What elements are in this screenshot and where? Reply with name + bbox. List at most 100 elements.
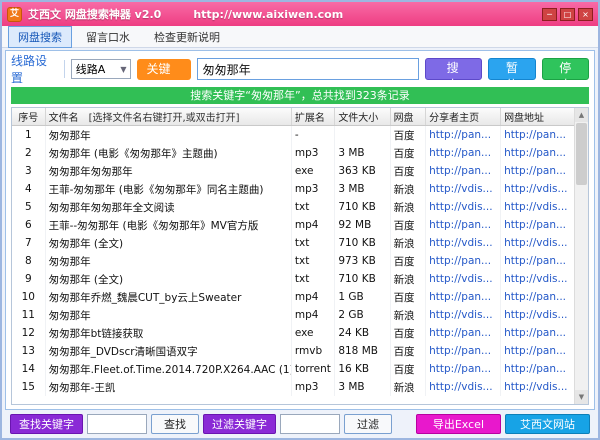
cell-address-link[interactable]: http://vdis... [501, 378, 574, 396]
footer-bar: 查找关键字 查找 过滤关键字 过滤 导出Excel 艾西文网站 [2, 410, 598, 438]
cell-ext: txt [292, 252, 335, 270]
cell-size: 710 KB [335, 270, 390, 288]
cell-sharer-link[interactable]: http://pan... [426, 360, 501, 378]
cell-address-link[interactable]: http://vdis... [501, 234, 574, 252]
cell-address-link[interactable]: http://pan... [501, 324, 574, 342]
minimize-button[interactable]: ─ [542, 8, 557, 21]
cell-sharer-link[interactable]: http://pan... [426, 126, 501, 144]
filter-keyword-button[interactable]: 过滤关键字 [203, 414, 276, 434]
tab-netdisk-search[interactable]: 网盘搜索 [8, 26, 72, 48]
cell-ext: - [292, 126, 335, 144]
cell-sharer-link[interactable]: http://pan... [426, 216, 501, 234]
cell-ext: exe [292, 162, 335, 180]
cell-disk: 百度 [391, 252, 427, 270]
cell-no: 13 [12, 342, 46, 360]
find-button[interactable]: 查找 [151, 414, 199, 434]
cell-filename[interactable]: 匆匆那年.Fleet.of.Time.2014.720P.X264.AAC (1… [46, 360, 292, 378]
table-row[interactable]: 9匆匆那年 (全文)txt710 KB新浪http://vdis...http:… [12, 270, 574, 288]
find-keyword-input[interactable] [87, 414, 147, 434]
table-row[interactable]: 5匆匆那年匆匆那年全文阅读txt710 KB新浪http://vdis...ht… [12, 198, 574, 216]
scroll-up-icon[interactable]: ▲ [575, 108, 588, 122]
cell-sharer-link[interactable]: http://vdis... [426, 306, 501, 324]
find-keyword-button[interactable]: 查找关键字 [10, 414, 83, 434]
cell-address-link[interactable]: http://pan... [501, 252, 574, 270]
cell-sharer-link[interactable]: http://pan... [426, 324, 501, 342]
cell-filename[interactable]: 匆匆那年 [46, 252, 292, 270]
cell-no: 1 [12, 126, 46, 144]
cell-ext: mp3 [292, 180, 335, 198]
cell-sharer-link[interactable]: http://vdis... [426, 198, 501, 216]
cell-sharer-link[interactable]: http://vdis... [426, 234, 501, 252]
line-settings-label: 线路设置 [11, 52, 58, 86]
app-window: 艾 艾西文 网盘搜索神器 v2.0 http://www.aixiwen.com… [0, 0, 600, 440]
pause-button[interactable]: 暂停 [488, 58, 535, 80]
table-row[interactable]: 4王菲-匆匆那年 (电影《匆匆那年》同名主题曲)mp33 MB新浪http://… [12, 180, 574, 198]
cell-sharer-link[interactable]: http://pan... [426, 162, 501, 180]
table-row[interactable]: 2匆匆那年 (电影《匆匆那年》主题曲)mp33 MB百度http://pan..… [12, 144, 574, 162]
cell-address-link[interactable]: http://pan... [501, 360, 574, 378]
cell-address-link[interactable]: http://pan... [501, 216, 574, 234]
cell-size: 24 KB [335, 324, 390, 342]
table-row[interactable]: 10匆匆那年乔燃_魏晨CUT_by云上Sweatermp41 GB百度http:… [12, 288, 574, 306]
tab-update-notes[interactable]: 检查更新说明 [144, 26, 230, 48]
cell-sharer-link[interactable]: http://pan... [426, 288, 501, 306]
header-filename: 文件名 [选择文件名右键打开,或双击打开] [46, 108, 292, 125]
filter-button[interactable]: 过滤 [344, 414, 392, 434]
cell-filename[interactable]: 匆匆那年乔燃_魏晨CUT_by云上Sweater [46, 288, 292, 306]
cell-address-link[interactable]: http://pan... [501, 144, 574, 162]
cell-sharer-link[interactable]: http://vdis... [426, 270, 501, 288]
cell-address-link[interactable]: http://pan... [501, 126, 574, 144]
table-scrollbar[interactable]: ▲ ▼ [574, 108, 588, 404]
cell-filename[interactable]: 匆匆那年 [46, 126, 292, 144]
scrollbar-thumb[interactable] [576, 123, 587, 185]
cell-filename[interactable]: 王菲-匆匆那年 (电影《匆匆那年》同名主题曲) [46, 180, 292, 198]
table-row[interactable]: 14匆匆那年.Fleet.of.Time.2014.720P.X264.AAC … [12, 360, 574, 378]
cell-sharer-link[interactable]: http://pan... [426, 144, 501, 162]
cell-filename[interactable]: 王菲--匆匆那年 (电影《匆匆那年》MV官方版 [46, 216, 292, 234]
table-row[interactable]: 3匆匆那年匆匆那年exe363 KB百度http://pan...http://… [12, 162, 574, 180]
cell-filename[interactable]: 匆匆那年匆匆那年 [46, 162, 292, 180]
cell-address-link[interactable]: http://pan... [501, 162, 574, 180]
table-row[interactable]: 1匆匆那年-百度http://pan...http://pan... [12, 126, 574, 144]
line-select[interactable]: 线路A ▼ [71, 59, 132, 79]
cell-size: 710 KB [335, 198, 390, 216]
website-button[interactable]: 艾西文网站 [505, 414, 590, 434]
export-excel-button[interactable]: 导出Excel [416, 414, 501, 434]
cell-address-link[interactable]: http://vdis... [501, 180, 574, 198]
cell-filename[interactable]: 匆匆那年匆匆那年全文阅读 [46, 198, 292, 216]
cell-filename[interactable]: 匆匆那年bt链接获取 [46, 324, 292, 342]
table-row[interactable]: 12匆匆那年bt链接获取exe24 KB百度http://pan...http:… [12, 324, 574, 342]
table-row[interactable]: 8匆匆那年txt973 KB百度http://pan...http://pan.… [12, 252, 574, 270]
status-message: 搜索关键字“匆匆那年”，总共找到323条记录 [11, 87, 589, 104]
scroll-down-icon[interactable]: ▼ [575, 390, 588, 404]
keyword-input[interactable] [197, 58, 420, 80]
table-row[interactable]: 13匆匆那年_DVDscr清晰国语双字rmvb818 MB百度http://pa… [12, 342, 574, 360]
filter-keyword-input[interactable] [280, 414, 340, 434]
cell-sharer-link[interactable]: http://vdis... [426, 180, 501, 198]
cell-filename[interactable]: 匆匆那年 [46, 306, 292, 324]
cell-filename[interactable]: 匆匆那年 (全文) [46, 234, 292, 252]
cell-ext: mp4 [292, 306, 335, 324]
table-row[interactable]: 7匆匆那年 (全文)txt710 KB新浪http://vdis...http:… [12, 234, 574, 252]
cell-filename[interactable]: 匆匆那年 (全文) [46, 270, 292, 288]
cell-address-link[interactable]: http://pan... [501, 342, 574, 360]
cell-address-link[interactable]: http://pan... [501, 288, 574, 306]
table-row[interactable]: 11匆匆那年mp42 GB新浪http://vdis...http://vdis… [12, 306, 574, 324]
main-panel: 线路设置 线路A ▼ 关键词 搜 索 暂停 停止 搜索关键字“匆匆那年”，总共找… [5, 50, 595, 410]
maximize-button[interactable]: □ [560, 8, 575, 21]
cell-sharer-link[interactable]: http://pan... [426, 342, 501, 360]
cell-address-link[interactable]: http://vdis... [501, 198, 574, 216]
cell-address-link[interactable]: http://vdis... [501, 270, 574, 288]
cell-sharer-link[interactable]: http://pan... [426, 252, 501, 270]
cell-filename[interactable]: 匆匆那年 (电影《匆匆那年》主题曲) [46, 144, 292, 162]
tab-message-board[interactable]: 留言口水 [76, 26, 140, 48]
close-button[interactable]: × [578, 8, 593, 21]
search-button[interactable]: 搜 索 [425, 58, 482, 80]
cell-sharer-link[interactable]: http://vdis... [426, 378, 501, 396]
table-row[interactable]: 15匆匆那年-王凯mp33 MB新浪http://vdis...http://v… [12, 378, 574, 396]
stop-button[interactable]: 停止 [542, 58, 589, 80]
cell-filename[interactable]: 匆匆那年-王凯 [46, 378, 292, 396]
cell-filename[interactable]: 匆匆那年_DVDscr清晰国语双字 [46, 342, 292, 360]
table-row[interactable]: 6王菲--匆匆那年 (电影《匆匆那年》MV官方版mp492 MB百度http:/… [12, 216, 574, 234]
cell-address-link[interactable]: http://vdis... [501, 306, 574, 324]
